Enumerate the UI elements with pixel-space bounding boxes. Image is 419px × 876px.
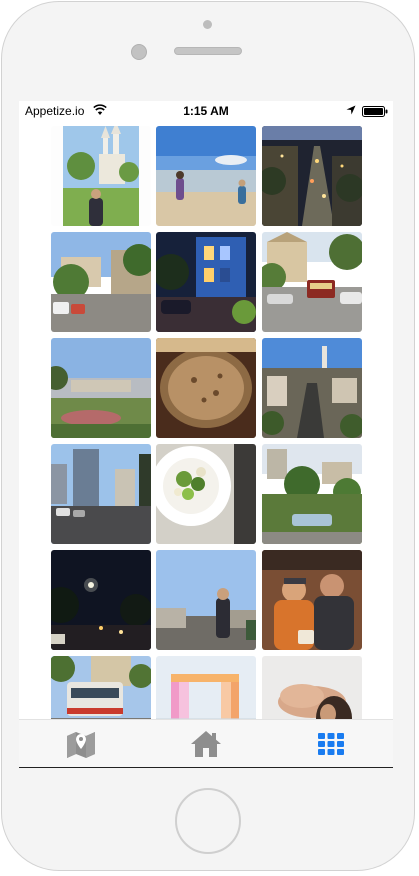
app-screen: Appetize.io 1:15 AM [19, 101, 393, 768]
photo-tile[interactable] [156, 232, 256, 332]
photo-tile[interactable] [51, 338, 151, 438]
home-button[interactable] [175, 788, 241, 854]
photo-tile[interactable] [262, 550, 362, 650]
photo-tile[interactable] [262, 126, 362, 226]
photo-tile[interactable] [51, 550, 151, 650]
earpiece-speaker [174, 47, 242, 55]
battery-icon [362, 106, 388, 117]
photo-tile[interactable] [51, 656, 151, 719]
photo-tile[interactable] [262, 232, 362, 332]
location-arrow-icon [346, 105, 356, 115]
map-icon [67, 732, 95, 758]
home-icon [191, 731, 221, 757]
tab-map[interactable] [61, 728, 101, 762]
photo-tile[interactable] [262, 444, 362, 544]
status-time: 1:15 AM [183, 104, 229, 118]
tab-grid[interactable] [311, 728, 351, 762]
photo-tile[interactable] [156, 444, 256, 544]
photo-tile[interactable] [262, 338, 362, 438]
photo-tile[interactable] [156, 656, 256, 719]
photo-tile[interactable] [156, 126, 256, 226]
photo-grid[interactable] [19, 122, 393, 719]
tab-home[interactable] [186, 728, 226, 762]
photo-tile[interactable] [51, 232, 151, 332]
front-sensor [203, 20, 212, 29]
photo-tile[interactable] [262, 656, 362, 719]
photo-tile[interactable] [51, 444, 151, 544]
grid-icon [318, 733, 344, 755]
photo-tile[interactable] [156, 338, 256, 438]
front-camera [131, 44, 147, 60]
status-bar: Appetize.io 1:15 AM [19, 101, 393, 122]
photo-tile[interactable] [156, 550, 256, 650]
photo-tile[interactable] [51, 126, 151, 226]
tab-bar [19, 719, 393, 767]
